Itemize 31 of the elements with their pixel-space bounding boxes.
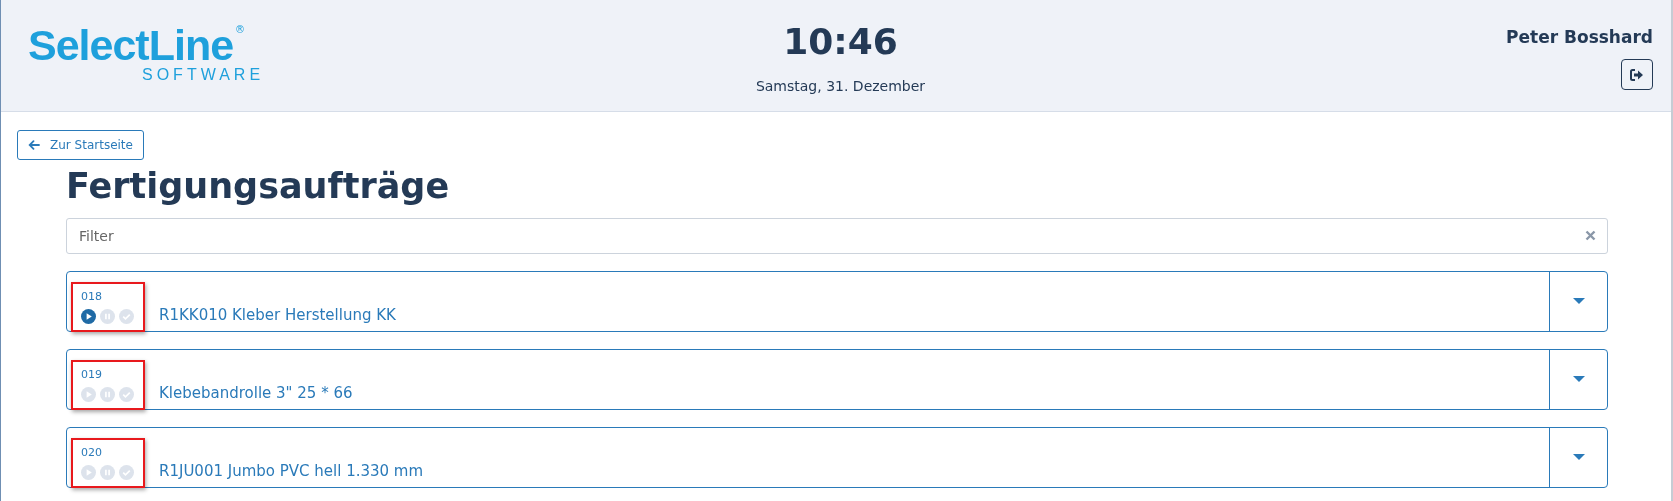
pause-icon[interactable] [100,387,115,402]
logo-wordmark: SelectLine [28,24,234,66]
sign-out-icon [1630,68,1644,81]
check-icon[interactable] [119,309,134,324]
arrow-left-icon [28,140,40,150]
check-icon[interactable] [119,387,134,402]
order-card[interactable]: 019 Klebebandrolle 3" 25 * 66 [66,349,1608,410]
order-title: R1JU001 Jumbo PVC hell 1.330 mm [159,462,424,480]
play-icon[interactable] [81,309,96,324]
caret-down-icon [1572,298,1585,305]
registered-mark: ® [235,24,246,35]
check-icon[interactable] [119,465,134,480]
order-card[interactable]: 020 R1JU001 Jumbo PVC hell 1.330 mm [66,427,1608,488]
back-button[interactable]: Zur Startseite [17,130,144,160]
order-title: Klebebandrolle 3" 25 * 66 [159,384,353,402]
order-title: R1KK010 Kleber Herstellung KK [159,306,396,324]
clear-icon[interactable] [1585,230,1596,241]
logo-tagline: SOFTWARE [142,66,266,84]
filter-field[interactable]: Filter [66,218,1608,254]
caret-down-icon [1572,454,1585,461]
clock-date: Samstag, 31. Dezember [755,78,926,94]
pause-icon[interactable] [100,465,115,480]
order-number: 020 [81,446,103,459]
logout-button[interactable] [1621,59,1653,90]
user-name: Peter Bosshard [1506,27,1653,47]
order-number: 019 [81,368,103,381]
page-title: Fertigungsaufträge [66,165,451,208]
clock-time: 10:46 [783,20,898,64]
order-card[interactable]: 018 R1KK010 Kleber Herstellung KK [66,271,1608,332]
caret-down-icon [1572,376,1585,383]
order-number: 018 [81,290,103,303]
